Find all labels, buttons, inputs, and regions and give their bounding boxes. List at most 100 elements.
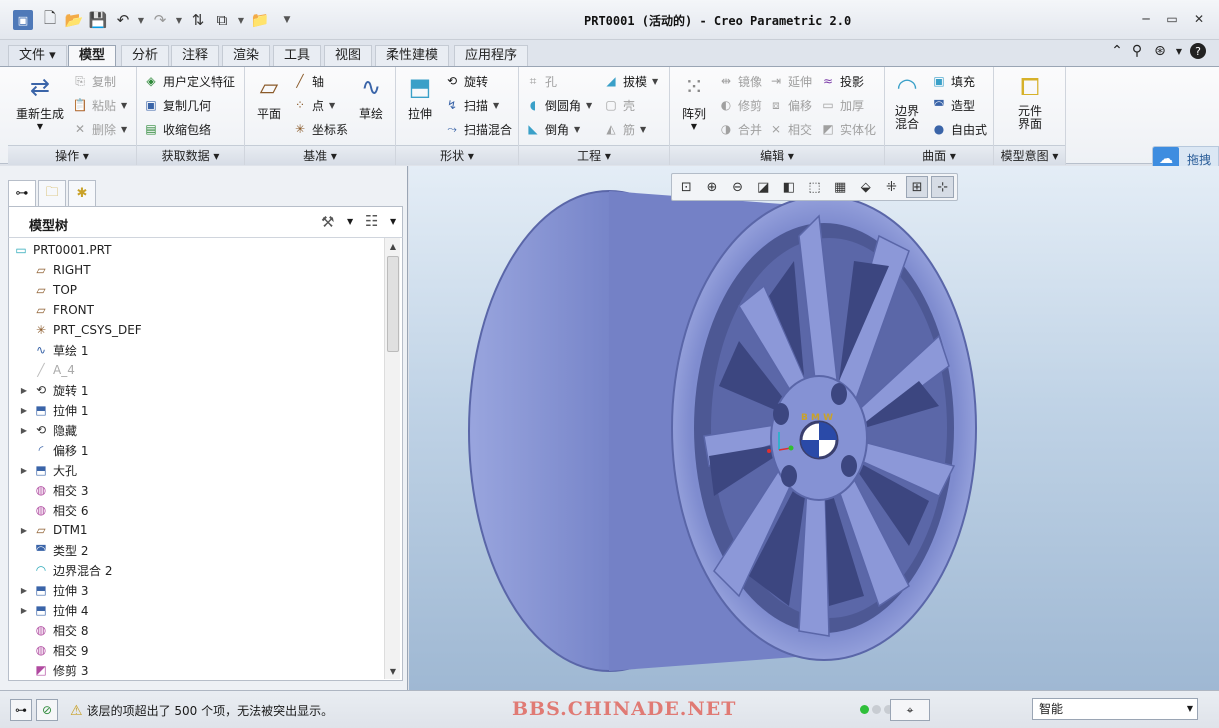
- graphics-window[interactable]: B M W ⊡ ⊕ ⊖ ◪ ◧ ⬚ ▦ ⬙ ⁜ ⊞ ⊹: [409, 166, 1219, 690]
- round-dropdown-icon[interactable]: ▼: [586, 101, 592, 110]
- open-folder-icon[interactable]: 📂: [64, 10, 84, 30]
- group-engineering-label[interactable]: 工程 ▾: [519, 145, 669, 165]
- selection-filter-dropdown-icon[interactable]: ▼: [1187, 699, 1193, 719]
- paste-dropdown-icon[interactable]: ▼: [121, 101, 127, 110]
- tab-tools[interactable]: 工具: [273, 45, 322, 66]
- pattern-dropdown-icon[interactable]: ▼: [672, 122, 716, 131]
- redo-dropdown-icon[interactable]: ▼: [174, 10, 184, 30]
- tree-settings-icon[interactable]: ⚒: [321, 213, 334, 231]
- csys-button[interactable]: ✳ 坐标系: [292, 119, 348, 139]
- annotation-display-icon[interactable]: ⊞: [905, 176, 929, 198]
- scroll-thumb[interactable]: [387, 256, 399, 352]
- minimize-ribbon-icon[interactable]: ⌃: [1108, 42, 1126, 60]
- plane-button[interactable]: ▱ 平面: [247, 71, 291, 122]
- intersect-button[interactable]: ⨯ 相交: [768, 119, 812, 139]
- learning-connector-icon[interactable]: ⊛: [1151, 42, 1169, 60]
- save-icon[interactable]: 💾: [88, 10, 108, 30]
- group-surfaces-label[interactable]: 曲面 ▾: [885, 145, 993, 165]
- point-dropdown-icon[interactable]: ▼: [329, 101, 335, 110]
- rib-button[interactable]: ◭ 筋 ▼: [603, 119, 646, 139]
- learning-dropdown-icon[interactable]: ▼: [1170, 42, 1188, 60]
- toggle-browser-icon[interactable]: ⊘: [36, 699, 58, 721]
- tree-item[interactable]: ▶ ⟲ 旋转 1: [19, 380, 89, 400]
- solidify-button[interactable]: ◩ 实体化: [820, 119, 876, 139]
- shrinkwrap-button[interactable]: ▤ 收缩包络: [143, 119, 211, 139]
- windows-dropdown-icon[interactable]: ▼: [236, 10, 246, 30]
- copy-button[interactable]: ⎘ 复制: [72, 71, 116, 91]
- delete-button[interactable]: ✕ 删除 ▼: [72, 119, 127, 139]
- pattern-button[interactable]: ⁙ 阵列 ▼: [672, 71, 716, 131]
- group-datum-label[interactable]: 基准 ▾: [245, 145, 395, 165]
- app-icon[interactable]: ▣: [13, 10, 33, 30]
- tree-item[interactable]: ▶ ⬒ 拉伸 1: [19, 400, 89, 420]
- scroll-up-icon[interactable]: ▲: [385, 238, 401, 254]
- shell-button[interactable]: ▢ 壳: [603, 95, 635, 115]
- tree-item[interactable]: ◜ 偏移 1: [19, 440, 89, 460]
- extend-button[interactable]: ⇥ 延伸: [768, 71, 812, 91]
- freestyle-button[interactable]: ● 自由式: [931, 119, 987, 139]
- tree-show-dropdown-icon[interactable]: ▼: [390, 217, 396, 226]
- tab-model[interactable]: 模型: [68, 45, 117, 67]
- chamfer-dropdown-icon[interactable]: ▼: [574, 125, 580, 134]
- close-icon[interactable]: ✕: [1191, 11, 1207, 27]
- offset-button[interactable]: ⧈ 偏移: [768, 95, 812, 115]
- tree-settings-dropdown-icon[interactable]: ▼: [347, 217, 353, 226]
- swept-blend-button[interactable]: ⤳ 扫描混合: [444, 119, 512, 139]
- spin-center-icon[interactable]: ⊹: [931, 176, 955, 198]
- style-button[interactable]: ◚ 造型: [931, 95, 975, 115]
- tree-item[interactable]: ◚ 类型 2: [19, 540, 88, 560]
- regenerate-dropdown-icon[interactable]: ▼: [12, 122, 68, 131]
- rib-dropdown-icon[interactable]: ▼: [640, 125, 646, 134]
- tab-view[interactable]: 视图: [324, 45, 373, 66]
- group-operations-label[interactable]: 操作 ▾: [8, 145, 136, 165]
- trim-button[interactable]: ◐ 修剪: [718, 95, 762, 115]
- tree-item[interactable]: ◩ 修剪 3: [19, 660, 88, 680]
- tab-folder-browser[interactable]: 🗀: [38, 180, 66, 206]
- regen-status-indicator[interactable]: [860, 705, 893, 714]
- thicken-button[interactable]: ▭ 加厚: [820, 95, 864, 115]
- draft-dropdown-icon[interactable]: ▼: [652, 77, 658, 86]
- tab-file[interactable]: 文件 ▾: [8, 45, 67, 66]
- help-icon[interactable]: ?: [1190, 43, 1206, 59]
- zoom-out-icon[interactable]: ⊖: [726, 176, 749, 198]
- tree-item[interactable]: ▶ ⬒ 拉伸 3: [19, 580, 89, 600]
- refit-icon[interactable]: ⊡: [675, 176, 698, 198]
- sketch-button[interactable]: ∿ 草绘: [349, 71, 393, 122]
- tree-item[interactable]: ▶ ⬒ 大孔: [19, 460, 77, 480]
- saved-orientations-icon[interactable]: ⬚: [803, 176, 826, 198]
- expand-arrow-icon[interactable]: ▶: [19, 526, 29, 535]
- expand-arrow-icon[interactable]: ▶: [19, 386, 29, 395]
- round-button[interactable]: ◖ 倒圆角 ▼: [525, 95, 592, 115]
- group-editing-label[interactable]: 编辑 ▾: [670, 145, 884, 165]
- group-get-data-label[interactable]: 获取数据 ▾: [137, 145, 244, 165]
- component-interface-button[interactable]: ⧠ 元件 界面: [1008, 71, 1052, 131]
- tree-item[interactable]: ▱ TOP: [19, 280, 77, 300]
- copy-geometry-button[interactable]: ▣ 复制几何: [143, 95, 211, 115]
- windows-icon[interactable]: ⧉: [212, 10, 232, 30]
- repaint-icon[interactable]: ◪: [752, 176, 775, 198]
- perspective-view-icon[interactable]: ⬙: [854, 176, 877, 198]
- regenerate-icon[interactable]: ⇅: [188, 10, 208, 30]
- tab-annotate[interactable]: 注释: [171, 45, 220, 66]
- tree-item[interactable]: ◍ 相交 3: [19, 480, 89, 500]
- boundary-blend-button[interactable]: ◠ 边界 混合: [887, 71, 927, 131]
- group-model-intent-label[interactable]: 模型意图 ▾: [994, 145, 1065, 165]
- expand-arrow-icon[interactable]: ▶: [19, 466, 29, 475]
- minimize-icon[interactable]: ─: [1138, 11, 1154, 27]
- tree-item[interactable]: ◍ 相交 9: [19, 640, 89, 660]
- redo-icon[interactable]: ↷: [150, 10, 170, 30]
- group-shapes-label[interactable]: 形状 ▾: [396, 145, 518, 165]
- tree-item[interactable]: ▱ RIGHT: [19, 260, 90, 280]
- expand-arrow-icon[interactable]: ▶: [19, 586, 29, 595]
- new-file-icon[interactable]: 🗋: [40, 9, 60, 30]
- expand-arrow-icon[interactable]: ▶: [19, 606, 29, 615]
- tab-favorites[interactable]: ✱: [68, 180, 96, 206]
- tab-model-tree[interactable]: ⊶: [8, 180, 36, 206]
- tree-item[interactable]: ▶ ⟲ 隐藏: [19, 420, 77, 440]
- tree-item[interactable]: ∿ 草绘 1: [19, 340, 88, 360]
- expand-arrow-icon[interactable]: ▶: [19, 426, 29, 435]
- tree-item[interactable]: ▶ ⬒ 拉伸 4: [19, 600, 89, 620]
- merge-button[interactable]: ◑ 合并: [718, 119, 762, 139]
- extrude-button[interactable]: ⬒ 拉伸: [398, 71, 442, 122]
- scroll-down-icon[interactable]: ▼: [385, 663, 401, 679]
